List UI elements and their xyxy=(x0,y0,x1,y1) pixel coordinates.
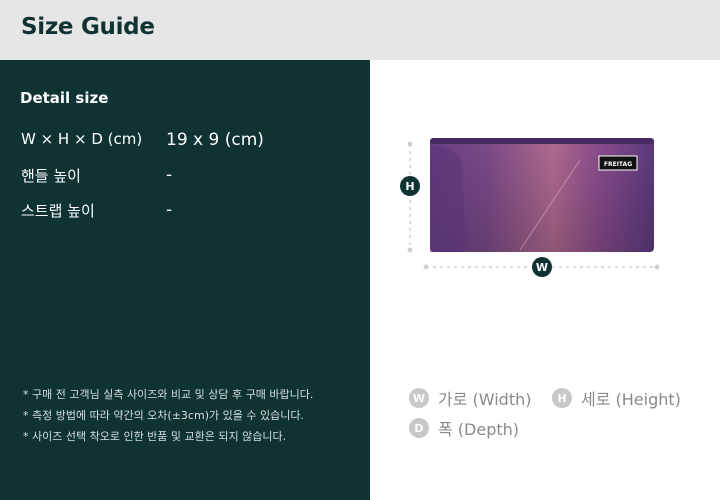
width-badge-icon: W xyxy=(532,257,552,277)
height-line-endpoint xyxy=(407,247,413,253)
height-badge-icon: H xyxy=(552,388,572,408)
brand-label: FREITAG xyxy=(604,161,632,168)
pouch-image xyxy=(430,138,654,252)
strap-height-value: - xyxy=(166,200,173,220)
dimensions-label: W × H × D (cm) xyxy=(21,130,143,148)
notes-list: * 구매 전 고객님 실측 사이즈와 비교 및 상담 후 구매 바랍니다. * … xyxy=(23,384,313,447)
width-badge-icon: W xyxy=(409,388,429,408)
note-item: * 사이즈 선택 착오로 인한 반품 및 교환은 되지 않습니다. xyxy=(23,430,287,443)
height-badge-icon: H xyxy=(400,176,420,196)
diagram-panel: FREITAG H W W 가로 (Width) H 세로 (Height) D… xyxy=(370,60,720,500)
legend-width: W 가로 (Width) xyxy=(409,386,532,410)
legend-width-label: 가로 (Width) xyxy=(438,390,532,409)
header-bar: Size Guide xyxy=(0,0,720,60)
width-line-endpoint xyxy=(654,264,660,270)
dimensions-value: 19 x 9 (cm) xyxy=(166,130,264,150)
page-title: Size Guide xyxy=(21,14,155,40)
handle-height-value: - xyxy=(166,165,173,185)
strap-height-label: 스트랩 높이 xyxy=(21,202,95,220)
legend-height: H 세로 (Height) xyxy=(552,386,681,410)
depth-badge-icon: D xyxy=(409,418,429,438)
detail-panel: Detail size W × H × D (cm) 19 x 9 (cm) 핸… xyxy=(0,60,370,500)
legend-height-label: 세로 (Height) xyxy=(581,390,681,409)
handle-height-label: 핸들 높이 xyxy=(21,167,81,185)
detail-size-heading: Detail size xyxy=(20,89,109,107)
height-line-endpoint xyxy=(407,141,413,147)
legend-depth-label: 폭 (Depth) xyxy=(438,420,520,439)
note-item: * 구매 전 고객님 실측 사이즈와 비교 및 상담 후 구매 바랍니다. xyxy=(23,388,314,401)
width-line-endpoint xyxy=(423,264,429,270)
legend-depth: D 폭 (Depth) xyxy=(409,416,519,440)
note-item: * 측정 방법에 따라 약간의 오차(±3cm)가 있을 수 있습니다. xyxy=(23,409,304,422)
product-diagram: FREITAG xyxy=(407,138,660,270)
